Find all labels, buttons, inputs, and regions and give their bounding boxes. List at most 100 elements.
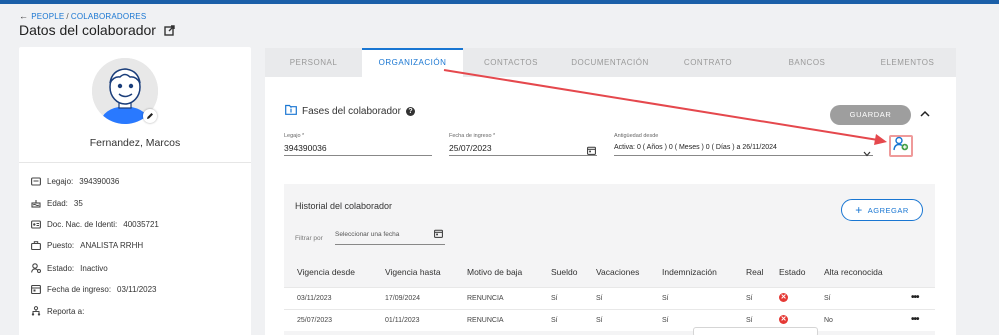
fecha-ingreso-field[interactable]: Fecha de ingreso * 25/07/2023 <box>449 133 597 156</box>
top-accent-bar <box>0 0 999 4</box>
tab-organizacion[interactable]: ORGANIZACIÓN <box>362 48 463 77</box>
briefcase-icon <box>31 241 41 250</box>
cell-sueldo: Sí <box>551 295 558 302</box>
filter-label: Filtrar por <box>295 235 323 242</box>
info-documento: Doc. Nac. de Identi: 40035721 <box>31 220 159 229</box>
historial-title: Historial del colaborador <box>295 201 393 211</box>
calendar-icon <box>31 284 41 294</box>
fases-title: Fases del colaborador <box>302 105 401 117</box>
id-card-icon <box>31 177 41 186</box>
chevron-up-icon[interactable] <box>919 107 931 125</box>
chevron-down-icon[interactable] <box>863 144 871 162</box>
page-title: Datos del colaborador <box>19 22 156 38</box>
breadcrumb: ← PEOPLE / COLABORADORES <box>19 11 146 21</box>
info-estado-value: Inactivo <box>80 263 108 273</box>
back-arrow-icon[interactable]: ← <box>19 11 28 21</box>
antiguedad-label: Antigüedad desde <box>614 133 659 139</box>
id-document-icon <box>31 220 41 229</box>
info-puesto: Puesto: ANALISTA RRHH <box>31 241 143 250</box>
antiguedad-value[interactable]: Activa: 0 ( Años ) 0 ( Meses ) 0 ( Días … <box>614 144 777 151</box>
date-filter-placeholder: Seleccionar una fecha <box>335 231 400 238</box>
fecha-ingreso-underline <box>449 155 597 156</box>
cell-motivo: RENUNCIA <box>467 295 504 302</box>
cell-alta: No <box>824 317 833 324</box>
col-alta-reconocida: Alta reconocida <box>824 267 883 277</box>
info-legajo: Legajo: 394390036 <box>31 177 119 186</box>
col-estado: Estado <box>779 267 806 277</box>
col-real: Real <box>746 267 764 277</box>
col-vacaciones: Vacaciones <box>596 267 640 277</box>
edit-avatar-icon[interactable] <box>143 109 157 123</box>
cell-vacaciones: Sí <box>596 317 603 324</box>
antiguedad-field[interactable]: Antigüedad desde Activa: 0 ( Años ) 0 ( … <box>614 133 873 157</box>
info-edad-label: Edad: <box>47 198 68 208</box>
calendar-filter-icon[interactable] <box>434 229 443 238</box>
organizacion-panel: Fases del colaborador ? GUARDAR Legajo *… <box>265 77 956 335</box>
breadcrumb-people[interactable]: PEOPLE <box>31 12 64 21</box>
cell-real: Sí <box>746 317 753 324</box>
add-user-button[interactable] <box>889 135 913 157</box>
info-fecha-ingreso-value: 03/11/2023 <box>117 284 157 294</box>
folder-info-icon <box>285 104 297 118</box>
page-title-row: Datos del colaborador <box>19 22 175 38</box>
fecha-ingreso-label: Fecha de ingreso * <box>449 133 496 139</box>
col-vigencia-desde: Vigencia desde <box>297 267 355 277</box>
info-puesto-label: Puesto: <box>47 241 75 250</box>
info-puesto-value: ANALISTA RRHH <box>80 241 144 250</box>
add-button-label: AGREGAR <box>867 205 909 215</box>
save-button[interactable]: GUARDAR <box>830 105 911 125</box>
more-options-icon[interactable]: ••• <box>911 292 919 303</box>
tab-contrato[interactable]: CONTRATO <box>661 48 755 77</box>
cell-indemnizacion: Sí <box>662 317 669 324</box>
fases-header: Fases del colaborador ? <box>285 104 415 118</box>
cell-real: Sí <box>746 295 753 302</box>
add-user-icon <box>893 136 909 156</box>
tab-bar: PERSONAL ORGANIZACIÓN CONTACTOS DOCUMENT… <box>265 48 956 77</box>
tab-documentacion[interactable]: DOCUMENTACIÓN <box>559 48 661 77</box>
table-row[interactable]: 03/11/2023 17/09/2024 RENUNCIA Sí Sí Sí … <box>284 287 935 309</box>
info-edad: Edad: 35 <box>31 198 83 208</box>
legajo-value[interactable]: 394390036 <box>284 143 327 153</box>
user-status-icon <box>31 263 41 273</box>
cell-hasta: 17/09/2024 <box>385 295 421 302</box>
open-external-icon[interactable] <box>164 24 175 36</box>
info-reporta-a: Reporta a: <box>31 306 90 316</box>
date-filter-underline <box>335 244 445 245</box>
add-button[interactable]: + AGREGAR <box>841 199 923 221</box>
table-row[interactable]: 25/07/2023 01/11/2023 RENUNCIA Sí Sí Sí … <box>284 309 935 331</box>
fecha-ingreso-value[interactable]: 25/07/2023 <box>449 143 492 153</box>
historial-section: Historial del colaborador + AGREGAR Filt… <box>284 184 935 335</box>
tab-bancos[interactable]: BANCOS <box>755 48 859 77</box>
info-edad-value: 35 <box>73 198 83 208</box>
info-reporta-a-label: Reporta a: <box>47 306 85 316</box>
profile-divider <box>19 162 251 163</box>
date-filter-input[interactable]: Seleccionar una fecha <box>335 229 445 245</box>
col-motivo-baja: Motivo de baja <box>467 267 523 277</box>
info-estado: Estado: Inactivo <box>31 263 108 273</box>
legajo-field[interactable]: Legajo * 394390036 <box>284 133 432 156</box>
cell-sueldo: Sí <box>551 317 558 324</box>
more-options-icon[interactable]: ••• <box>911 314 919 325</box>
calendar-picker-icon[interactable] <box>587 142 596 160</box>
cell-indemnizacion: Sí <box>662 295 669 302</box>
tab-personal[interactable]: PERSONAL <box>265 48 362 77</box>
cake-icon <box>31 198 41 208</box>
col-vigencia-hasta: Vigencia hasta <box>385 267 441 277</box>
help-icon[interactable]: ? <box>405 106 415 116</box>
profile-card: Fernandez, Marcos Legajo: 394390036 Edad… <box>19 47 251 335</box>
status-error-icon: ✕ <box>779 293 788 302</box>
cell-motivo: RENUNCIA <box>467 317 504 324</box>
col-sueldo: Sueldo <box>551 267 578 277</box>
info-legajo-value: 394390036 <box>79 177 120 186</box>
cell-desde: 25/07/2023 <box>297 317 333 324</box>
legajo-underline <box>284 155 432 156</box>
col-indemnizacion: Indemnización <box>662 267 717 277</box>
table-header: Vigencia desde Vigencia hasta Motivo de … <box>284 256 935 287</box>
info-fecha-ingreso-label: Fecha de ingreso: <box>47 284 112 294</box>
tab-contactos[interactable]: CONTACTOS <box>463 48 559 77</box>
cell-desde: 03/11/2023 <box>297 295 332 302</box>
employee-name: Fernandez, Marcos <box>89 137 181 149</box>
breadcrumb-colaboradores[interactable]: COLABORADORES <box>71 12 147 21</box>
breadcrumb-separator: / <box>66 12 69 21</box>
tab-elementos[interactable]: ELEMENTOS <box>859 48 956 77</box>
